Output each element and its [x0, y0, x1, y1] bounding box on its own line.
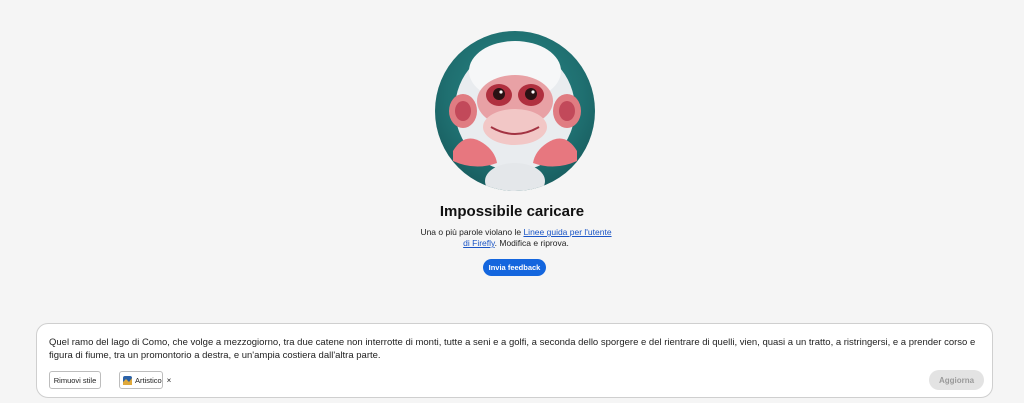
prompt-input-panel: Quel ramo del lago di Como, che volge a … [36, 323, 993, 398]
update-button[interactable]: Aggiorna [929, 370, 984, 390]
monkey-illustration-icon [449, 41, 581, 191]
error-illustration-monkey [435, 31, 595, 191]
prompt-input[interactable]: Quel ramo del lago di Como, che volge a … [49, 336, 984, 362]
error-message: Una o più parole violano le Linee guida … [416, 227, 616, 249]
error-message-suffix: . Modifica e riprova. [494, 238, 569, 248]
close-icon[interactable]: × [167, 376, 172, 385]
send-feedback-button[interactable]: Invia feedback [483, 259, 546, 276]
style-chip-label: Artistico [135, 375, 162, 385]
remove-style-button[interactable]: Rimuovi stile [49, 371, 101, 389]
error-title: Impossibile caricare [439, 203, 585, 220]
error-message-text: Una o più parole violano le [420, 227, 524, 237]
style-chip-artistic[interactable]: Artistico × [119, 371, 171, 389]
style-thumbnail-icon [123, 375, 132, 385]
